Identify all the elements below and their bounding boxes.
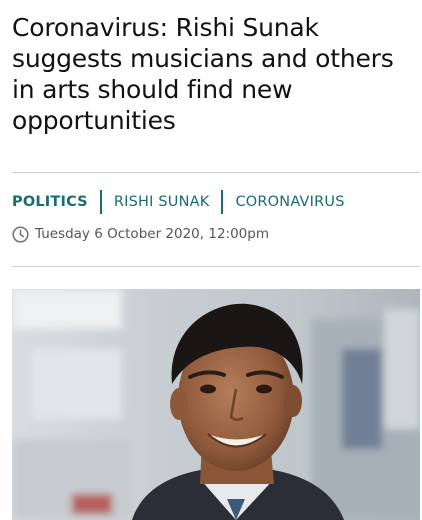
tag-rishi-sunak[interactable]: RISHI SUNAK bbox=[114, 194, 210, 210]
clock-icon bbox=[12, 225, 29, 243]
article-headline: Coronavirus: Rishi Sunak suggests musici… bbox=[12, 13, 394, 135]
divider-bottom bbox=[12, 266, 420, 267]
divider-top bbox=[12, 172, 420, 173]
tag-separator bbox=[99, 190, 102, 214]
article-tags: POLITICS RISHI SUNAK CORONAVIRUS bbox=[12, 188, 345, 216]
article-photo[interactable] bbox=[12, 289, 420, 520]
tag-separator bbox=[221, 190, 224, 214]
tag-coronavirus[interactable]: CORONAVIRUS bbox=[235, 194, 344, 210]
tag-politics[interactable]: POLITICS bbox=[12, 194, 88, 210]
dateline-text: Tuesday 6 October 2020, 12:00pm bbox=[35, 226, 269, 242]
article-dateline: Tuesday 6 October 2020, 12:00pm bbox=[12, 224, 269, 244]
